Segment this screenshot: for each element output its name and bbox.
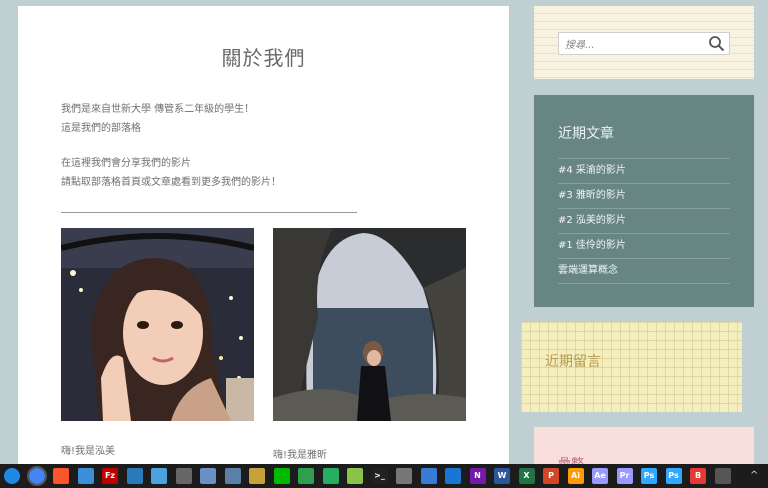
divider	[61, 212, 357, 213]
intro-line-2: 這是我們的部落格	[61, 123, 141, 134]
terminal-icon[interactable]: >_	[371, 468, 388, 484]
recent-posts-title: 近期文章	[558, 126, 614, 142]
page-title: 關於我們	[221, 46, 306, 70]
chrome-icon[interactable]	[26, 466, 47, 486]
recent-post-link[interactable]: #2 泓美的影片	[558, 209, 730, 234]
share-paragraph: 在這裡我們會分享我們的影片 請點取部落格首頁或文章處看到更多我們的影片！	[61, 154, 281, 192]
recent-posts-widget: 近期文章 #4 采渝的影片 #3 雅昕的影片 #2 泓美的影片 #1 佳伶的影片…	[534, 95, 754, 307]
grid-app-icon[interactable]	[420, 468, 437, 484]
monitor-icon[interactable]	[151, 468, 167, 484]
recent-comments-widget: 近期留言	[521, 322, 742, 412]
photoshop-icon[interactable]: Ps	[641, 468, 657, 484]
network-icon[interactable]	[200, 468, 216, 484]
search-widget	[534, 6, 754, 79]
green-app-icon[interactable]	[298, 468, 314, 484]
share-line-2: 請點取部落格首頁或文章處看到更多我們的影片！	[61, 177, 281, 188]
recent-post-link[interactable]: #4 采渝的影片	[558, 159, 730, 184]
illustrator-icon[interactable]: Ai	[567, 468, 584, 484]
brave-icon[interactable]	[53, 468, 69, 484]
photo-app-icon[interactable]	[224, 468, 241, 484]
line-icon[interactable]	[273, 468, 290, 484]
b-app-icon[interactable]: B	[690, 468, 706, 484]
recent-posts-list: #4 采渝的影片 #3 雅昕的影片 #2 泓美的影片 #1 佳伶的影片 雲端運算…	[558, 158, 730, 284]
powerpoint-icon[interactable]: P	[543, 468, 559, 484]
calculator-app-icon[interactable]	[175, 468, 192, 484]
photo-caption-2: 嗨!我是雅昕	[273, 450, 328, 461]
clock-icon[interactable]	[714, 468, 731, 484]
window-icon[interactable]	[77, 468, 94, 484]
member-photo-1	[61, 228, 254, 421]
word-icon[interactable]: W	[494, 468, 510, 484]
premiere-icon[interactable]: Pr	[616, 468, 633, 484]
recent-post-link[interactable]: #1 佳伶的影片	[558, 234, 730, 259]
excel-icon[interactable]: X	[518, 468, 535, 484]
tray-chevron-icon[interactable]: ^	[750, 468, 758, 484]
recent-post-link[interactable]: 雲端運算概念	[558, 259, 730, 284]
main-content: 關於我們 我們是來自世新大學 傳管系二年級的學生！ 這是我們的部落格 在這裡我們…	[18, 6, 509, 464]
share-line-1: 在這裡我們會分享我們的影片	[61, 158, 191, 169]
search-input[interactable]	[559, 36, 705, 55]
link-app-icon[interactable]	[347, 468, 363, 484]
windows-logo-icon[interactable]	[4, 468, 20, 484]
recent-comments-title: 近期留言	[545, 354, 601, 370]
recent-post-link[interactable]: #3 雅昕的影片	[558, 184, 730, 209]
search-icon[interactable]	[708, 35, 725, 52]
calculator-icon[interactable]	[396, 468, 412, 484]
photo-caption-1: 嗨!我是泓美	[61, 446, 116, 457]
explorer-icon[interactable]	[126, 468, 143, 484]
settings-app-icon[interactable]	[249, 468, 265, 484]
photoshop-icon-2[interactable]: Ps	[665, 468, 682, 484]
onenote-icon[interactable]: N	[469, 468, 486, 484]
member-photo-2	[273, 228, 466, 421]
intro-line-1: 我們是來自世新大學 傳管系二年級的學生！	[61, 104, 255, 115]
archive-widget: 彙整	[534, 427, 754, 472]
intro-paragraph: 我們是來自世新大學 傳管系二年級的學生！ 這是我們的部落格	[61, 100, 254, 138]
blue-app-icon[interactable]	[445, 468, 461, 484]
filezilla-icon[interactable]: Fz	[102, 468, 118, 484]
sync-icon[interactable]	[322, 468, 339, 484]
search-box	[558, 32, 730, 55]
taskbar: Fz >_ N W X P Ai Ae Pr Ps Ps B ^	[0, 464, 768, 488]
after-effects-icon[interactable]: Ae	[592, 468, 608, 484]
